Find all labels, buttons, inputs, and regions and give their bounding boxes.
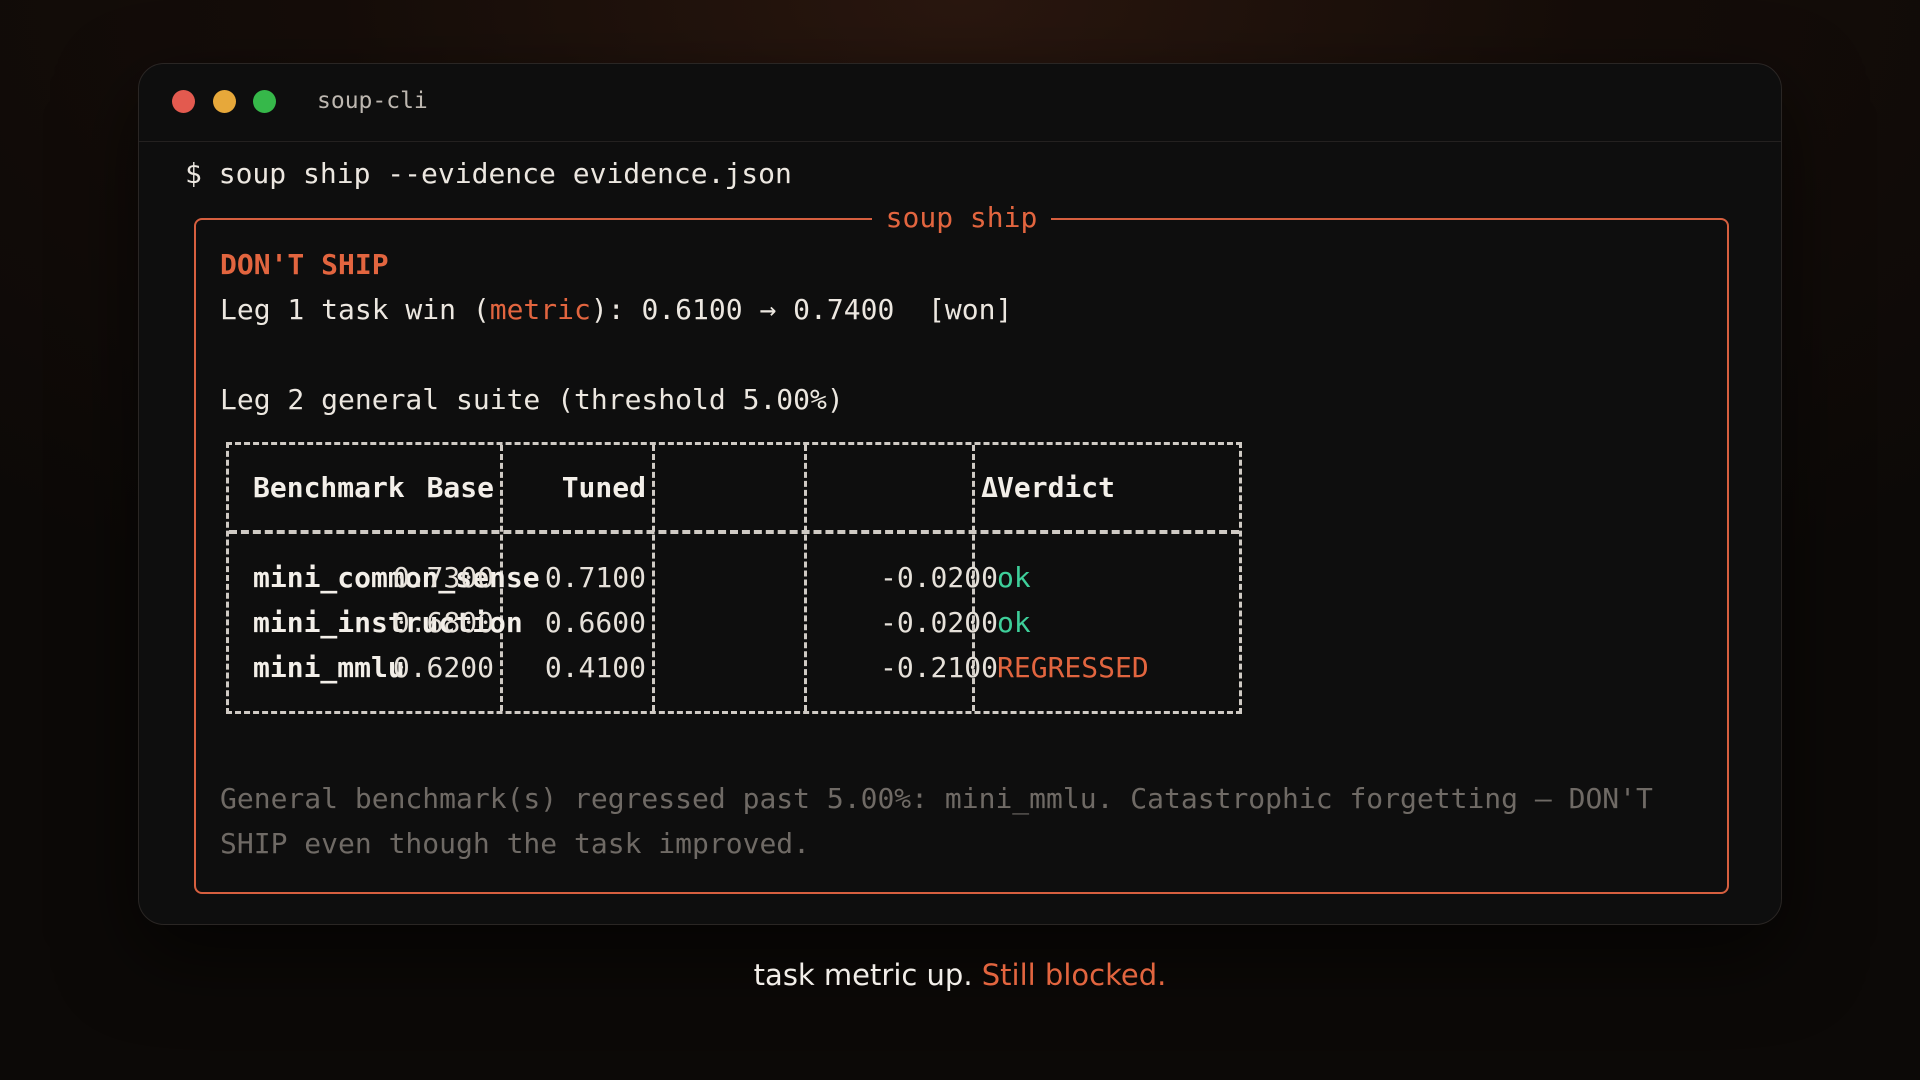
row-verdict: ok bbox=[997, 606, 1031, 639]
row-benchmark: mini_mmlu bbox=[253, 651, 405, 684]
maximize-window-button[interactable] bbox=[253, 90, 276, 113]
prompt-symbol: $ bbox=[185, 157, 202, 190]
header-benchmark: Benchmark bbox=[253, 471, 405, 504]
row-delta: -0.2100 bbox=[879, 651, 998, 684]
leg1-line: Leg 1 task win (metric): 0.6100 → 0.7400… bbox=[220, 293, 1012, 326]
header-base: Base bbox=[426, 471, 494, 504]
row-verdict: ok bbox=[997, 561, 1031, 594]
close-window-button[interactable] bbox=[172, 90, 195, 113]
ship-verdict: DON'T SHIP bbox=[220, 248, 389, 281]
row-verdict: REGRESSED bbox=[997, 651, 1149, 684]
column-divider bbox=[652, 445, 655, 711]
row-base: 0.6200 bbox=[392, 651, 494, 684]
benchmark-table: Benchmark Base Tuned Δ Verdict mini_comm… bbox=[226, 442, 1242, 714]
terminal-window: soup-cli $ soup ship --evidence evidence… bbox=[138, 63, 1782, 925]
ship-result-panel: soup ship DON'T SHIP Leg 1 task win (met… bbox=[194, 201, 1729, 894]
header-tuned: Tuned bbox=[561, 471, 646, 504]
row-tuned: 0.7100 bbox=[544, 561, 646, 594]
window-title: soup-cli bbox=[317, 88, 428, 114]
row-delta: -0.0200 bbox=[879, 561, 998, 594]
panel-title-text: soup ship bbox=[871, 201, 1052, 234]
minimize-window-button[interactable] bbox=[213, 90, 236, 113]
command-text: soup ship --evidence evidence.json bbox=[218, 157, 792, 190]
leg1-prefix: Leg 1 task win ( bbox=[220, 293, 490, 326]
header-divider bbox=[229, 530, 1239, 534]
leg1-suffix: ): 0.6100 → 0.7400 [won] bbox=[590, 293, 1013, 326]
header-delta: Δ bbox=[981, 471, 998, 504]
panel-title: soup ship bbox=[196, 200, 1727, 236]
caption-text: task metric up. bbox=[753, 958, 973, 992]
row-base: 0.7300 bbox=[392, 561, 494, 594]
caption: task metric up. Still blocked. bbox=[0, 958, 1920, 992]
leg1-metric: metric bbox=[489, 293, 591, 326]
summary-note: General benchmark(s) regressed past 5.00… bbox=[220, 782, 1653, 860]
command-line: $ soup ship --evidence evidence.json bbox=[185, 157, 792, 190]
row-base: 0.6800 bbox=[392, 606, 494, 639]
leg2-line: Leg 2 general suite (threshold 5.00%) bbox=[220, 383, 844, 416]
caption-accent: Still blocked. bbox=[981, 958, 1167, 992]
row-tuned: 0.6600 bbox=[544, 606, 646, 639]
header-verdict: Verdict bbox=[997, 471, 1116, 504]
title-bar: soup-cli bbox=[139, 64, 1781, 142]
column-divider bbox=[804, 445, 807, 711]
row-delta: -0.0200 bbox=[879, 606, 998, 639]
row-tuned: 0.4100 bbox=[544, 651, 646, 684]
